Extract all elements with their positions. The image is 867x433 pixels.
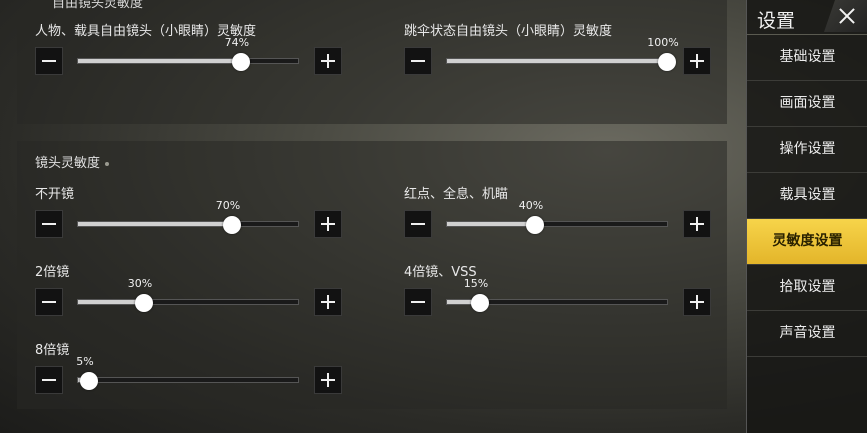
decrease-button[interactable] <box>35 366 63 394</box>
decrease-button[interactable] <box>404 47 432 75</box>
slider-label: 人物、载具自由镜头（小眼睛）灵敏度 <box>35 24 257 39</box>
slider-track[interactable]: 5% <box>76 355 299 390</box>
scope-sensitivity-panel: 镜头灵敏度 不开镜 70% 红点、全息、机瞄 40% 2倍镜 30% 4倍镜、V… <box>17 141 727 409</box>
minus-icon <box>42 223 56 225</box>
increase-button[interactable] <box>683 47 711 75</box>
section-title: 镜头灵敏度 <box>35 152 110 171</box>
slider-value: 100% <box>647 36 679 49</box>
section-title-clipped: 自由镜头灵敏度 <box>52 0 144 11</box>
slider-thumb[interactable] <box>658 53 676 71</box>
slider-8x-scope: 8倍镜 5% <box>35 339 345 401</box>
slider-track[interactable]: 70% <box>77 199 299 234</box>
slider-red-dot-holo-iron: 红点、全息、机瞄 40% <box>404 183 714 245</box>
slider-value: 5% <box>76 355 94 368</box>
sidebar-item-sound[interactable]: 声音设置 <box>747 311 867 357</box>
increase-button[interactable] <box>314 366 342 394</box>
sidebar-item-pickup[interactable]: 拾取设置 <box>747 265 867 311</box>
minus-icon <box>411 223 425 225</box>
slider-2x-scope: 2倍镜 30% <box>35 261 345 323</box>
slider-value: 30% <box>127 277 153 290</box>
slider-value: 70% <box>215 199 241 212</box>
slider-thumb[interactable] <box>471 294 489 312</box>
decrease-button[interactable] <box>35 210 63 238</box>
minus-icon <box>411 60 425 62</box>
slider-value: 74% <box>224 36 250 49</box>
sidebar-item-sensitivity[interactable]: 灵敏度设置 <box>747 219 867 265</box>
slider-track[interactable]: 40% <box>446 199 668 234</box>
decrease-button[interactable] <box>35 288 63 316</box>
slider-thumb[interactable] <box>135 294 153 312</box>
increase-button[interactable] <box>314 47 342 75</box>
slider-label: 跳伞状态自由镜头（小眼睛）灵敏度 <box>404 24 613 39</box>
increase-button[interactable] <box>683 210 711 238</box>
close-button[interactable] <box>824 0 867 32</box>
slider-thumb[interactable] <box>231 53 250 71</box>
decrease-button[interactable] <box>35 47 63 75</box>
slider-fill <box>78 59 241 63</box>
minus-icon <box>42 379 56 381</box>
slider-track[interactable]: 30% <box>77 277 299 312</box>
sidebar-item-graphics[interactable]: 画面设置 <box>747 81 867 127</box>
sidebar-item-controls[interactable]: 操作设置 <box>747 127 867 173</box>
increase-button[interactable] <box>314 288 342 316</box>
slider-thumb[interactable] <box>223 216 241 234</box>
sidebar-header: 设置 <box>747 0 867 35</box>
slider-fill <box>78 222 232 226</box>
sidebar-item-basic[interactable]: 基础设置 <box>747 35 867 81</box>
increase-button[interactable] <box>314 210 342 238</box>
settings-sidebar: 设置 基础设置 画面设置 操作设置 载具设置 灵敏度设置 拾取设置 声音设置 <box>746 0 867 433</box>
slider-fill <box>447 222 535 226</box>
slider-4x-scope-vss: 4倍镜、VSS 15% <box>404 261 714 323</box>
free-look-sensitivity-panel: 自由镜头灵敏度 人物、载具自由镜头（小眼睛）灵敏度 74% 跳伞状态自由镜头（小… <box>17 0 727 124</box>
decrease-button[interactable] <box>404 288 432 316</box>
slider-value: 40% <box>518 199 544 212</box>
section-dot-icon <box>105 161 110 166</box>
decrease-button[interactable] <box>404 210 432 238</box>
minus-icon <box>42 60 56 62</box>
slider-thumb[interactable] <box>80 372 98 390</box>
slider-no-scope: 不开镜 70% <box>35 183 345 245</box>
minus-icon <box>411 301 425 303</box>
increase-button[interactable] <box>683 288 711 316</box>
sidebar-item-vehicle[interactable]: 载具设置 <box>747 173 867 219</box>
slider-track[interactable]: 74% <box>77 36 299 71</box>
sidebar-title: 设置 <box>757 10 796 32</box>
slider-label: 不开镜 <box>35 187 75 202</box>
slider-track[interactable]: 15% <box>446 277 668 312</box>
slider-track[interactable]: 100% <box>446 36 679 71</box>
slider-parachute-free-look: 跳伞状态自由镜头（小眼睛）灵敏度 100% <box>404 20 714 82</box>
slider-fill <box>447 59 667 63</box>
slider-value: 15% <box>463 277 489 290</box>
slider-label: 8倍镜 <box>35 343 70 358</box>
slider-label: 红点、全息、机瞄 <box>404 187 509 202</box>
minus-icon <box>42 301 56 303</box>
slider-character-vehicle-free-look: 人物、载具自由镜头（小眼睛）灵敏度 74% <box>35 20 345 82</box>
slider-thumb[interactable] <box>526 216 544 234</box>
slider-label: 2倍镜 <box>35 265 70 280</box>
